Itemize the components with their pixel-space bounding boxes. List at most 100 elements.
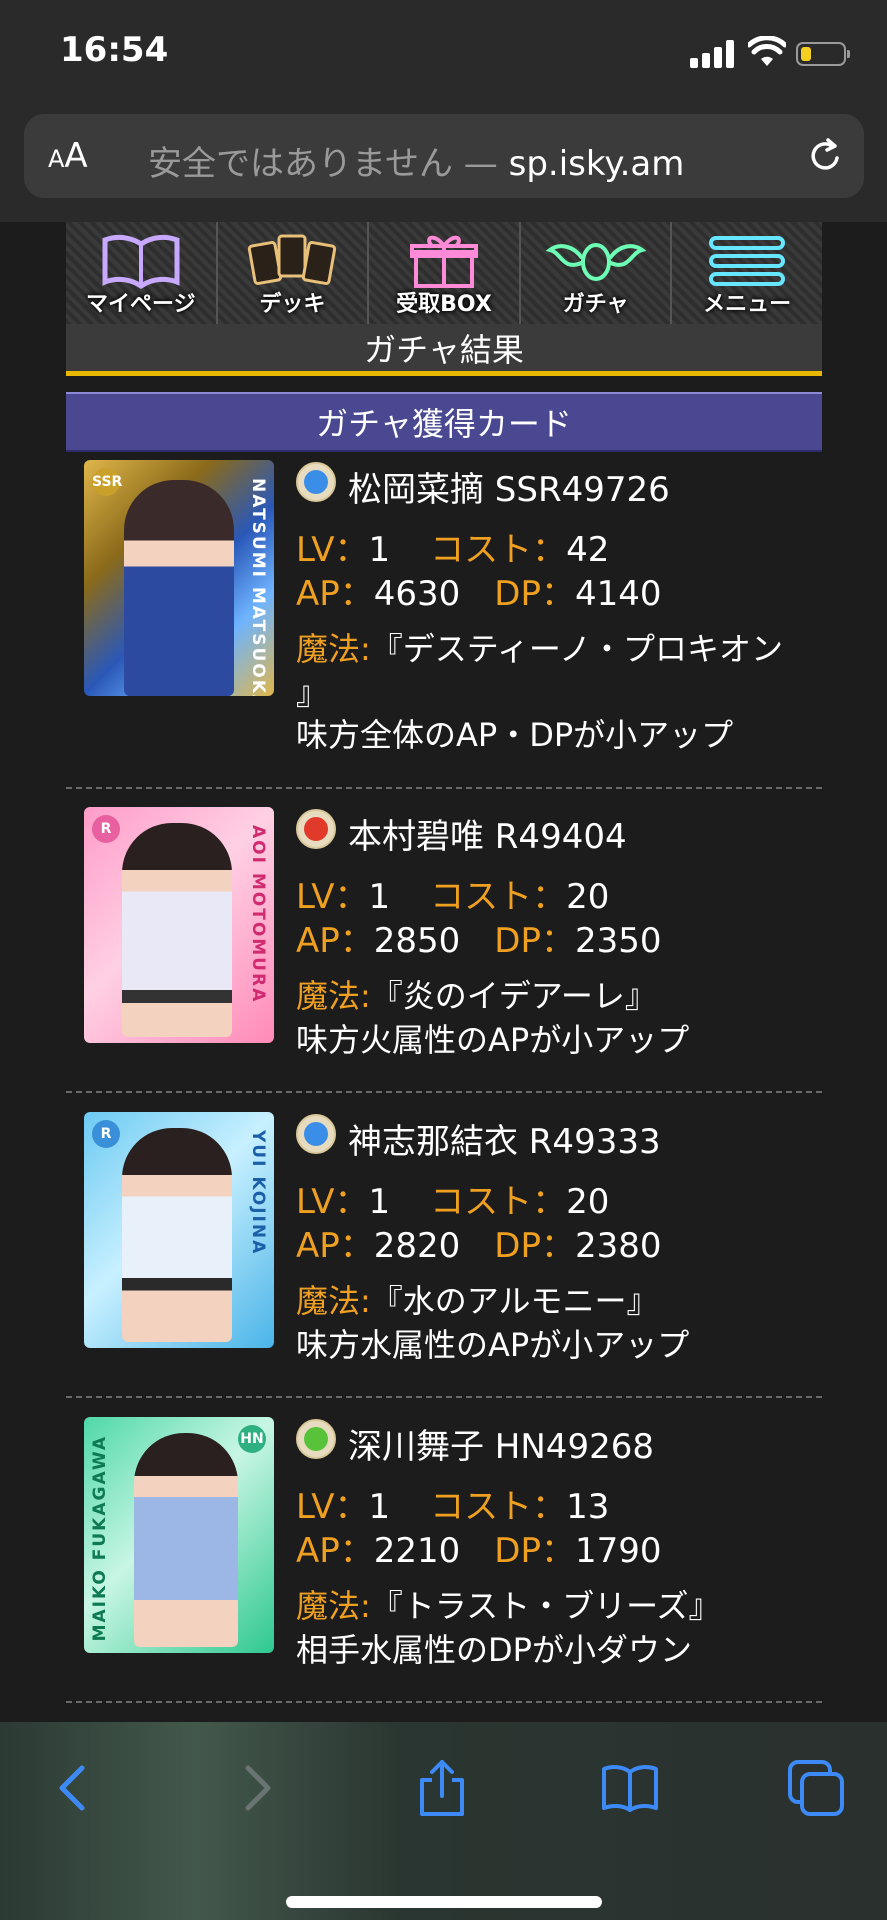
magic-name: 『デスティーノ・プロキオン (370, 630, 783, 668)
card-figure (134, 1433, 238, 1647)
water-element-icon (296, 462, 336, 502)
magic-line: 魔法:『トラスト・ブリーズ』 (296, 1581, 721, 1627)
dp-label: DP： (494, 1531, 575, 1571)
nav-inbox[interactable]: 受取BOX (369, 222, 521, 324)
back-icon[interactable] (44, 1758, 104, 1818)
card-item[interactable]: R AOI MOTOMURA 本村碧唯 R49404 LV：1 コスト：20 AP… (66, 799, 822, 1093)
card-item[interactable]: SSR NATSUMI MATSUOKA 松岡菜摘 SSR49726 LV：1 コ… (66, 452, 822, 789)
cards-icon (248, 234, 337, 285)
dp-value: 4140 (574, 574, 662, 614)
magic-label: 魔法: (296, 630, 371, 668)
ap-value: 2850 (373, 921, 461, 961)
book-icon (102, 234, 180, 290)
ap-dp-line: AP：2210 DP：1790 (296, 1523, 662, 1572)
aa-big-label: A (64, 136, 88, 176)
url-separator: — (463, 144, 498, 184)
nav-deck[interactable]: デッキ (218, 222, 370, 324)
ap-label: AP： (296, 574, 374, 614)
dp-value: 2380 (574, 1226, 662, 1266)
rarity-badge: R (92, 815, 120, 843)
ap-dp-line: AP：2820 DP：2380 (296, 1218, 662, 1267)
ap-value: 4630 (373, 574, 461, 614)
magic-label: 魔法: (296, 1282, 371, 1320)
card-vertical-name: YUI KOJINA (248, 1130, 268, 1256)
lv-cost-line: LV：1 コスト：20 (296, 1174, 609, 1223)
nav-gacha[interactable]: ガチャ (521, 222, 673, 324)
ap-value: 2210 (373, 1531, 461, 1571)
nav-mypage[interactable]: マイページ (66, 222, 218, 324)
rarity-badge: R (92, 1120, 120, 1148)
ap-dp-line: AP：4630 DP：4140 (296, 566, 662, 615)
tabs-icon[interactable] (786, 1758, 846, 1818)
magic-line: 魔法:『デスティーノ・プロキオン (296, 624, 783, 670)
nav-menu-label: メニュー (703, 292, 792, 317)
cellular-signal-icon (690, 40, 738, 68)
lv-cost-line: LV：1 コスト：42 (296, 522, 609, 571)
reader-aa-button[interactable]: AA (48, 136, 88, 176)
card-figure (122, 823, 232, 1037)
ap-label: AP： (296, 1226, 374, 1266)
card-name: 本村碧唯 R49404 (348, 817, 627, 857)
rarity-badge: SSR (92, 468, 122, 496)
dp-value: 2350 (574, 921, 662, 961)
forward-icon[interactable] (226, 1758, 286, 1818)
lv-value: 1 (368, 877, 391, 917)
cost-value: 13 (566, 1487, 610, 1527)
wind-element-icon (296, 1419, 336, 1459)
nav-deck-label: デッキ (259, 292, 326, 317)
cost-value: 20 (566, 1182, 610, 1222)
nav-gacha-label: ガチャ (562, 292, 629, 317)
card-name: 深川舞子 HN49268 (348, 1427, 654, 1467)
url-text[interactable]: 安全ではありません — sp.isky.am (148, 136, 684, 185)
card-image[interactable]: R AOI MOTOMURA (84, 807, 274, 1043)
ap-value: 2820 (373, 1226, 461, 1266)
dp-label: DP： (494, 1226, 575, 1266)
lv-label: LV： (296, 1487, 369, 1527)
card-item[interactable]: R YUI KOJINA 神志那結衣 R49333 LV：1 コスト：20 AP：… (66, 1104, 822, 1398)
card-image[interactable]: SSR NATSUMI MATSUOKA (84, 460, 274, 696)
menu-icon (709, 236, 786, 286)
url-domain: sp.isky.am (508, 144, 685, 184)
cost-label: コスト： (430, 1182, 567, 1222)
bookmarks-icon[interactable] (600, 1758, 660, 1818)
aa-small-label: A (48, 145, 65, 173)
card-image[interactable]: R YUI KOJINA (84, 1112, 274, 1348)
lv-value: 1 (368, 1487, 391, 1527)
magic-line: 魔法:『水のアルモニー』 (296, 1276, 658, 1322)
share-icon[interactable] (412, 1758, 472, 1818)
rarity-badge: HN (238, 1425, 266, 1453)
magic-name: 『トラスト・ブリーズ』 (370, 1587, 721, 1625)
magic-effect: 味方火属性のAPが小アップ (296, 1021, 690, 1059)
reload-icon[interactable] (806, 136, 846, 176)
nav-menu[interactable]: メニュー (672, 222, 822, 324)
battery-level (801, 47, 811, 61)
cost-label: コスト： (430, 877, 567, 917)
card-item[interactable]: HN MAIKO FUKAGAWA 深川舞子 HN49268 LV：1 コスト：1… (66, 1409, 822, 1703)
browser-toolbar (0, 1722, 887, 1920)
home-indicator[interactable] (286, 1896, 602, 1908)
magic-effect: 相手水属性のDPが小ダウン (296, 1631, 692, 1669)
magic-effect: 味方水属性のAPが小アップ (296, 1326, 690, 1364)
fire-element-icon (296, 809, 336, 849)
browser-address-area: AA 安全ではありません — sp.isky.am (0, 100, 887, 222)
magic-label: 魔法: (296, 1587, 371, 1625)
ap-label: AP： (296, 1531, 374, 1571)
card-vertical-name: NATSUMI MATSUOKA (248, 478, 268, 696)
page-title: ガチャ結果 (66, 324, 822, 376)
lv-cost-line: LV：1 コスト：13 (296, 1479, 609, 1528)
lv-label: LV： (296, 1182, 369, 1222)
card-vertical-name: MAIKO FUKAGAWA (90, 1435, 110, 1642)
status-time: 16:54 (60, 30, 169, 70)
lv-value: 1 (368, 530, 391, 570)
card-image[interactable]: HN MAIKO FUKAGAWA (84, 1417, 274, 1653)
magic-effect: 味方全体のAP・DPが小アップ (296, 716, 734, 754)
magic-line-cont: 』 (296, 674, 329, 712)
card-figure (122, 1128, 232, 1342)
dp-value: 1790 (574, 1531, 662, 1571)
ap-dp-line: AP：2850 DP：2350 (296, 913, 662, 962)
address-bar[interactable]: AA 安全ではありません — sp.isky.am (24, 114, 864, 198)
card-figure (124, 480, 234, 696)
magic-label: 魔法: (296, 977, 371, 1015)
lv-label: LV： (296, 530, 369, 570)
cost-value: 20 (566, 877, 610, 917)
